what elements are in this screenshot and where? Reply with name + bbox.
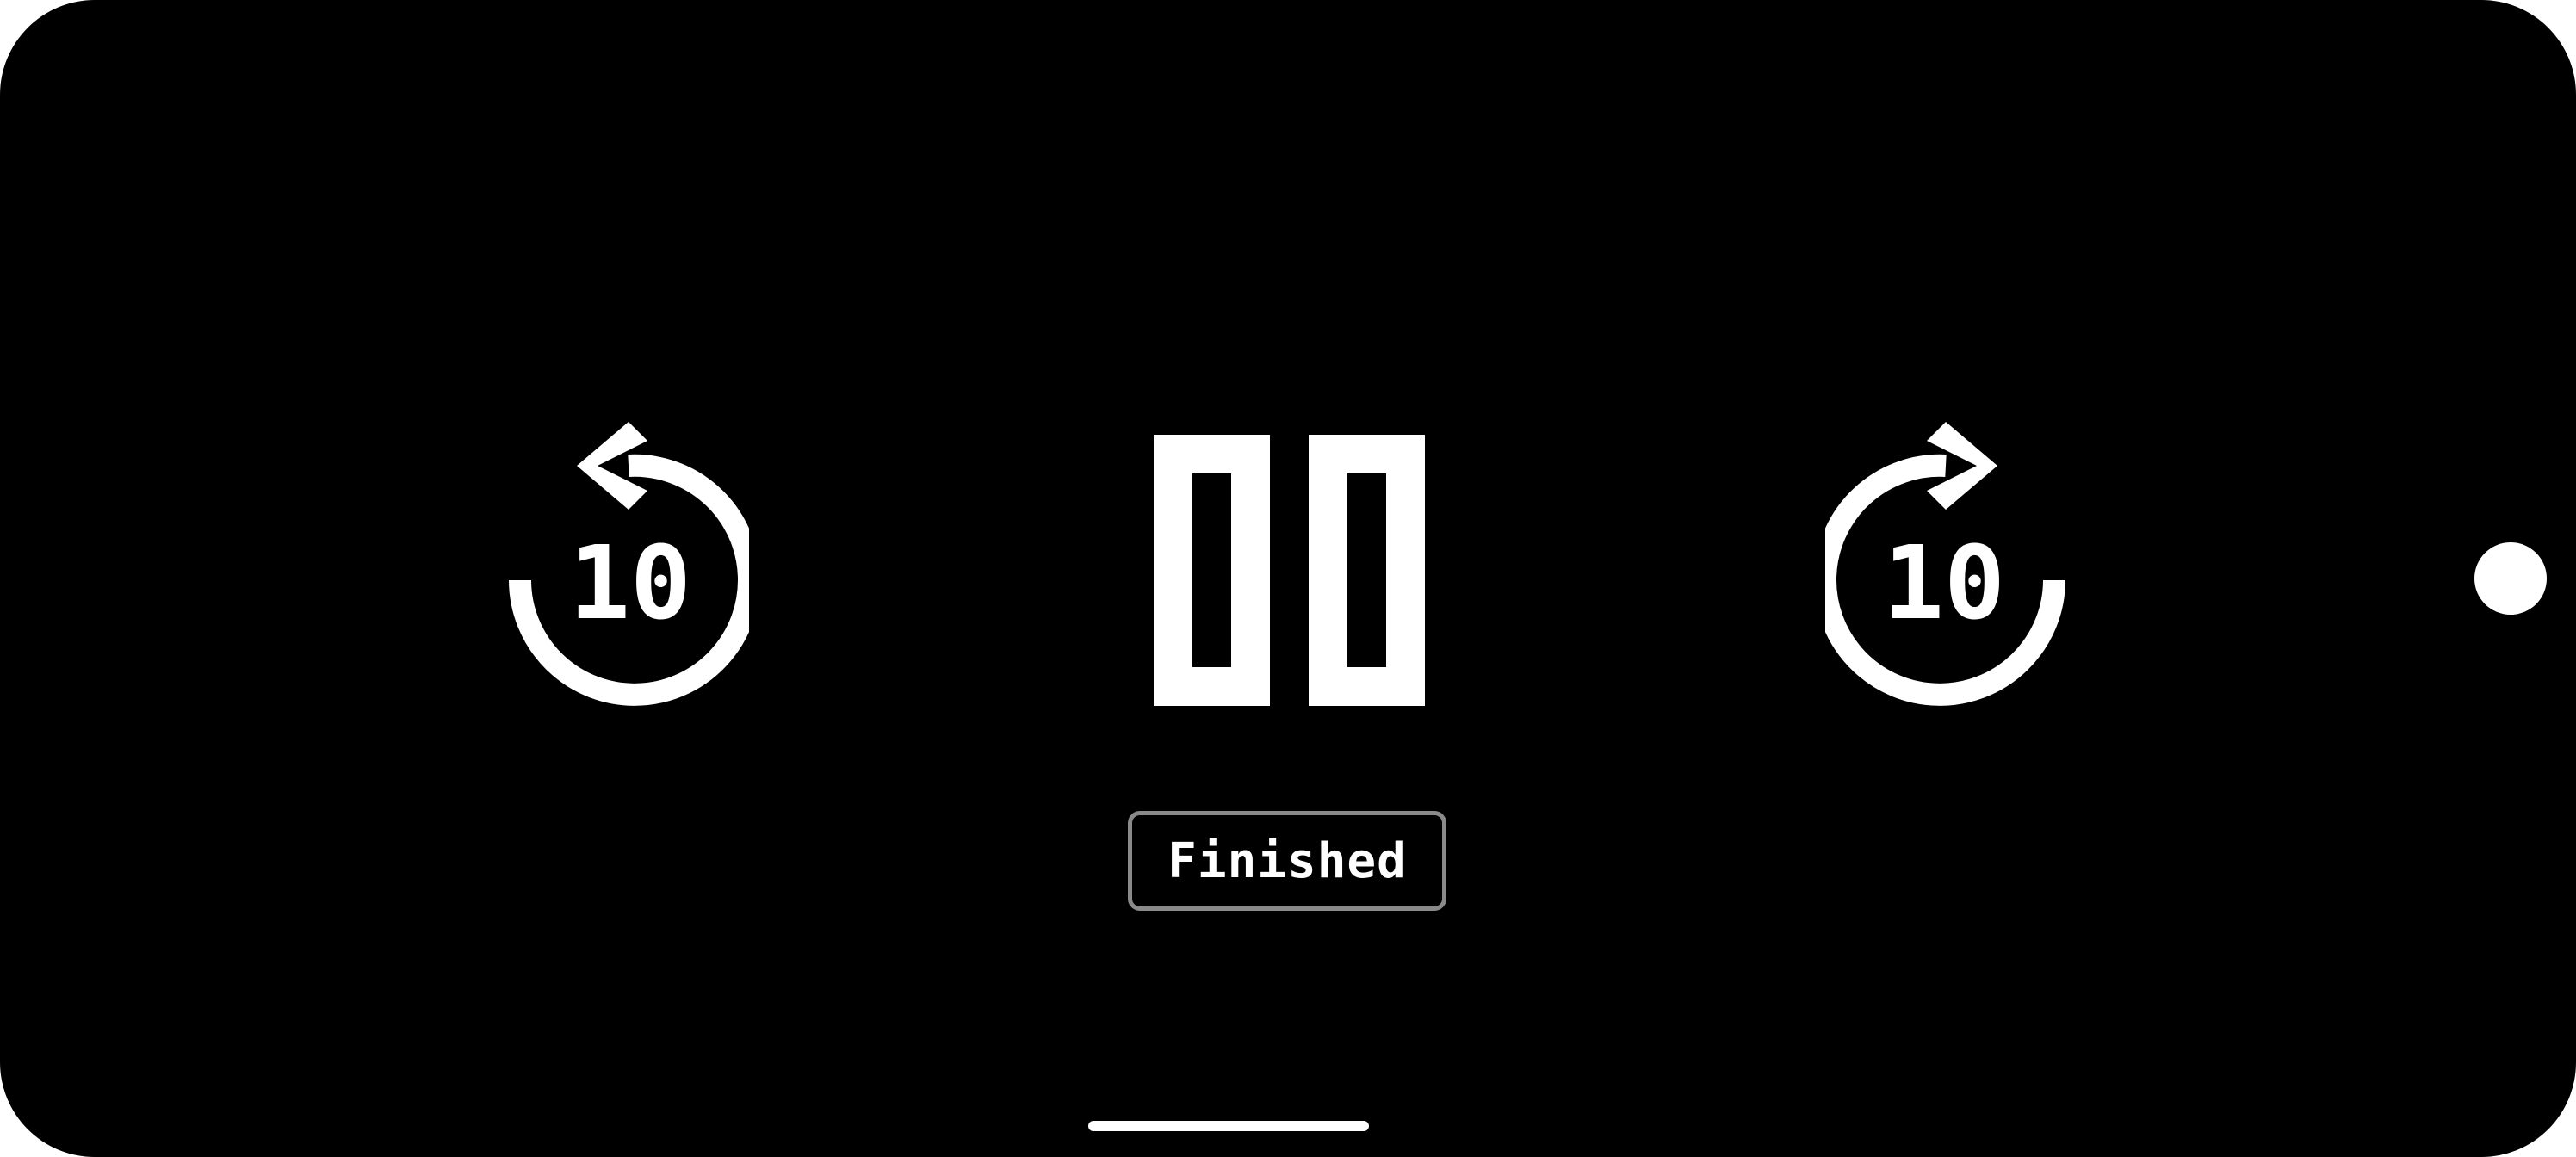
home-gesture-bar[interactable] xyxy=(1088,1121,1369,1131)
replay-10-icon: 10 xyxy=(509,422,749,706)
finished-label: Finished xyxy=(1167,832,1407,889)
finished-status-badge[interactable]: Finished xyxy=(1128,811,1446,911)
video-player-screen: 10 10 Finished xyxy=(0,0,2576,1157)
rewind-amount-label: 10 xyxy=(569,523,691,642)
forward-10-button[interactable]: 10 xyxy=(1825,422,2066,706)
side-indicator-dot xyxy=(2474,542,2547,615)
pause-icon xyxy=(1154,435,1425,706)
forward-10-icon: 10 xyxy=(1825,422,2065,706)
rewind-10-button[interactable]: 10 xyxy=(508,422,749,706)
forward-amount-label: 10 xyxy=(1883,523,2005,642)
pause-button[interactable] xyxy=(1145,426,1429,710)
